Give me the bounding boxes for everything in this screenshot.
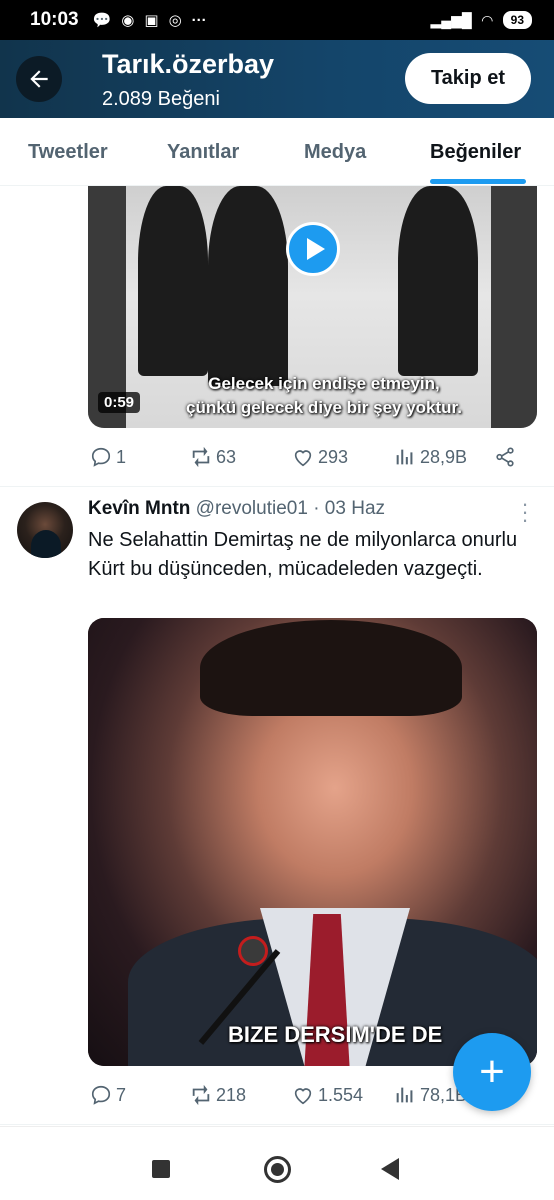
compose-tweet-button[interactable]: +	[453, 1033, 531, 1111]
tab-likes[interactable]: Beğeniler	[430, 118, 521, 186]
signal-icon: ▂▄▆█	[430, 11, 472, 28]
like-count: 1.554	[318, 1084, 364, 1105]
heart-icon	[294, 1088, 312, 1105]
tab-media[interactable]: Medya	[304, 118, 366, 186]
author-handle[interactable]: @revolutie01	[196, 498, 308, 519]
tweet-feed[interactable]: Gelecek için endişe etmeyin, çünkü gelec…	[0, 186, 554, 1126]
video-figure	[138, 186, 208, 376]
chat-icon: 💬	[92, 12, 112, 29]
status-bar: 10:03 💬 ◉ ▣ ◎ ··· ▂▄▆█ ◠ 93	[0, 0, 554, 40]
video-player[interactable]: Gelecek için endişe etmeyin, çünkü gelec…	[88, 186, 537, 428]
like-button[interactable]: 1.554	[292, 1084, 363, 1106]
messenger-icon: ◉	[121, 12, 135, 29]
tweet-actions: 1 63 293 28,9B	[88, 442, 528, 472]
status-time: 10:03	[30, 9, 79, 30]
like-count: 293	[318, 446, 349, 467]
video-microphone	[238, 936, 268, 966]
play-button[interactable]	[286, 222, 340, 276]
reply-count: 7	[116, 1084, 127, 1105]
app-screen: 10:03 💬 ◉ ▣ ◎ ··· ▂▄▆█ ◠ 93 Tarık.özerba…	[0, 0, 554, 1200]
system-nav-bar	[0, 1126, 554, 1200]
reply-icon	[91, 447, 111, 467]
play-icon	[306, 238, 325, 260]
video-duration: 0:59	[98, 392, 141, 413]
app-icon: ▣	[144, 12, 159, 29]
retweet-icon	[192, 446, 210, 468]
system-back-button[interactable]	[381, 1158, 399, 1180]
share-button[interactable]	[494, 446, 516, 468]
system-icons: ▂▄▆█ ◠ 93	[430, 11, 532, 29]
profile-name: Tarık.özerbay	[102, 49, 275, 79]
retweet-button[interactable]: 63	[190, 446, 236, 468]
video-subtitle-line1: Gelecek için endişe etmeyin,	[208, 374, 440, 393]
profile-tabs: Tweetler Yanıtlar Medya Beğeniler	[0, 118, 554, 186]
tweet-divider	[0, 1124, 554, 1125]
views-button[interactable]: 28,9B	[394, 446, 467, 468]
tweet-header: Kevîn Mntn @revolutie01 · 03 Haz	[88, 498, 385, 520]
video-letterbox-right	[491, 186, 537, 428]
battery-indicator: 93	[502, 11, 532, 29]
retweet-count: 218	[216, 1084, 247, 1105]
follow-button[interactable]: Takip et	[405, 53, 531, 104]
avatar[interactable]	[17, 502, 73, 558]
like-button[interactable]: 293	[292, 446, 348, 468]
video-subtitle-line2: çünkü gelecek diye bir şey yoktur.	[186, 398, 462, 417]
more-notifications-icon: ···	[191, 11, 207, 29]
tweet-text: Ne Selahattin Demirtaş ne de milyonlarca…	[88, 529, 518, 580]
tab-replies[interactable]: Yanıtlar	[167, 118, 239, 186]
video-player[interactable]: BIZE DERSIM'DE DE	[88, 618, 537, 1066]
reply-count: 1	[116, 446, 127, 467]
wifi-icon: ◠	[481, 11, 493, 28]
retweet-count: 63	[216, 446, 237, 467]
heart-icon	[294, 450, 312, 467]
more-options-icon[interactable]: · · ·	[518, 493, 532, 531]
notification-icons: 💬 ◉ ▣ ◎ ···	[92, 11, 207, 30]
tab-tweets[interactable]: Tweetler	[28, 118, 108, 186]
home-button[interactable]	[264, 1156, 291, 1183]
reply-icon	[91, 1085, 111, 1105]
views-icon	[396, 449, 413, 465]
back-button[interactable]	[16, 56, 62, 102]
recent-apps-button[interactable]	[152, 1160, 170, 1178]
likes-count: 2.089 Beğeni	[102, 88, 220, 110]
share-icon	[496, 447, 514, 467]
plus-icon: +	[479, 1047, 505, 1096]
retweet-icon	[192, 1084, 210, 1106]
tweet-date: · 03 Haz	[313, 498, 386, 519]
reply-button[interactable]: 1	[90, 446, 126, 468]
retweet-button[interactable]: 218	[190, 1084, 246, 1106]
views-count: 28,9B	[420, 446, 468, 467]
video-subtitle: BIZE DERSIM'DE DE	[228, 1022, 443, 1047]
arrow-left-icon	[30, 70, 48, 88]
reply-button[interactable]: 7	[90, 1084, 126, 1106]
profile-header: Tarık.özerbay 2.089 Beğeni Takip et	[0, 40, 554, 118]
author-name[interactable]: Kevîn Mntn	[88, 498, 190, 519]
active-tab-indicator	[430, 179, 526, 184]
video-figure	[208, 186, 288, 386]
instagram-icon: ◎	[168, 12, 182, 29]
video-figure	[398, 186, 478, 376]
views-icon	[396, 1087, 413, 1103]
tweet-divider	[0, 486, 554, 487]
video-figure	[200, 620, 462, 716]
